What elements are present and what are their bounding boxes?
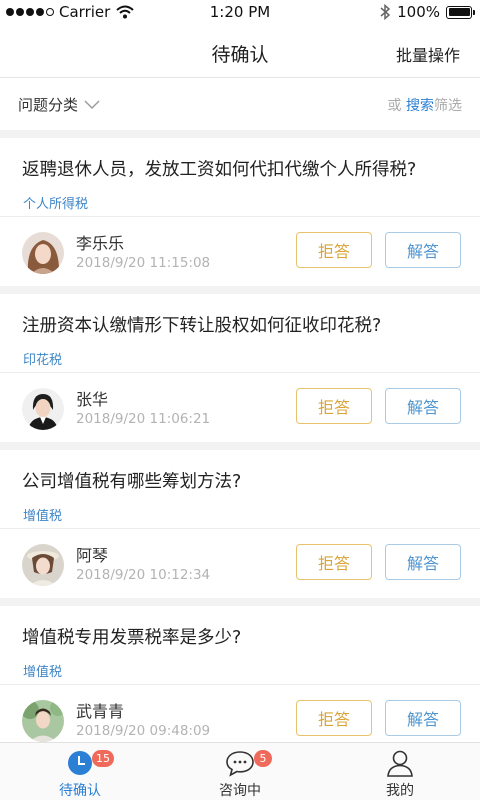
tab-label: 待确认 <box>59 783 101 799</box>
avatar <box>22 388 64 430</box>
reject-button[interactable]: 拒答 <box>296 700 372 736</box>
question-title: 增值税专用发票税率是多少? <box>22 628 242 648</box>
chat-bubble-icon <box>226 751 254 777</box>
user-name: 武青青 <box>76 702 125 721</box>
chevron-down-icon <box>84 100 100 109</box>
user-name: 李乐乐 <box>76 234 125 253</box>
status-bar: Carrier 1:20 PM 100% <box>0 0 480 26</box>
answer-button[interactable]: 解答 <box>385 700 461 736</box>
clock-icon <box>68 751 92 775</box>
section-divider <box>0 442 480 450</box>
tab-pending[interactable]: 15 待确认 <box>0 743 160 800</box>
question-time: 2018/9/20 10:12:34 <box>76 567 211 583</box>
battery-icon <box>446 5 475 19</box>
question-time: 2018/9/20 11:06:21 <box>76 411 211 427</box>
search-filter[interactable]: 或 搜索筛选 <box>388 95 462 115</box>
answer-button[interactable]: 解答 <box>385 544 461 580</box>
tab-mine[interactable]: 我的 <box>320 743 480 800</box>
answer-button[interactable]: 解答 <box>385 232 461 268</box>
card-divider <box>0 216 480 217</box>
user-name: 张华 <box>76 390 109 409</box>
filter-bar: 问题分类 或 搜索筛选 <box>0 79 480 130</box>
section-divider <box>0 130 480 138</box>
card-divider <box>0 372 480 373</box>
question-card[interactable]: 增值税专用发票税率是多少? 增值税 武青青 2018/9/20 09:48:09… <box>0 606 480 742</box>
tab-label: 我的 <box>386 783 414 799</box>
tab-label: 咨询中 <box>219 783 261 799</box>
battery-percent: 100% <box>397 3 440 21</box>
nav-bar: 待确认 批量操作 <box>0 26 480 78</box>
question-title: 公司增值税有哪些筹划方法? <box>22 472 242 492</box>
section-divider <box>0 598 480 606</box>
tab-badge: 15 <box>92 750 114 767</box>
batch-operation-button[interactable]: 批量操作 <box>396 42 460 66</box>
filter-suffix: 筛选 <box>434 98 462 114</box>
question-tag: 增值税 <box>23 509 63 524</box>
avatar <box>22 700 64 742</box>
tab-badge: 5 <box>254 750 272 767</box>
question-card[interactable]: 公司增值税有哪些筹划方法? 增值税 阿琴 2018/9/20 10:12:34 … <box>0 450 480 598</box>
question-card[interactable]: 注册资本认缴情形下转让股权如何征收印花税? 印花税 张华 2018/9/20 1… <box>0 294 480 442</box>
category-label: 问题分类 <box>18 96 79 114</box>
question-time: 2018/9/20 11:15:08 <box>76 255 211 271</box>
question-tag: 增值税 <box>23 665 63 680</box>
question-tag: 个人所得税 <box>23 197 89 212</box>
tab-bar: 15 待确认 5 咨询中 我的 <box>0 742 480 800</box>
question-tag: 印花税 <box>23 353 63 368</box>
answer-button[interactable]: 解答 <box>385 388 461 424</box>
section-divider <box>0 286 480 294</box>
category-dropdown[interactable]: 问题分类 <box>18 94 100 115</box>
user-name: 阿琴 <box>76 546 109 565</box>
status-right: 100% <box>379 3 475 21</box>
bluetooth-icon <box>380 4 391 20</box>
avatar <box>22 232 64 274</box>
question-title: 返聘退休人员，发放工资如何代扣代缴个人所得税? <box>22 160 417 180</box>
avatar <box>22 544 64 586</box>
filter-prefix: 或 <box>387 98 402 114</box>
question-card[interactable]: 返聘退休人员，发放工资如何代扣代缴个人所得税? 个人所得税 李乐乐 2018/9… <box>0 138 480 286</box>
tab-consulting[interactable]: 5 咨询中 <box>160 743 320 800</box>
reject-button[interactable]: 拒答 <box>296 388 372 424</box>
reject-button[interactable]: 拒答 <box>296 544 372 580</box>
card-divider <box>0 528 480 529</box>
search-link[interactable]: 搜索 <box>406 98 434 114</box>
question-time: 2018/9/20 09:48:09 <box>76 723 211 739</box>
reject-button[interactable]: 拒答 <box>296 232 372 268</box>
question-title: 注册资本认缴情形下转让股权如何征收印花税? <box>22 316 382 336</box>
user-icon <box>387 750 413 777</box>
card-divider <box>0 684 480 685</box>
